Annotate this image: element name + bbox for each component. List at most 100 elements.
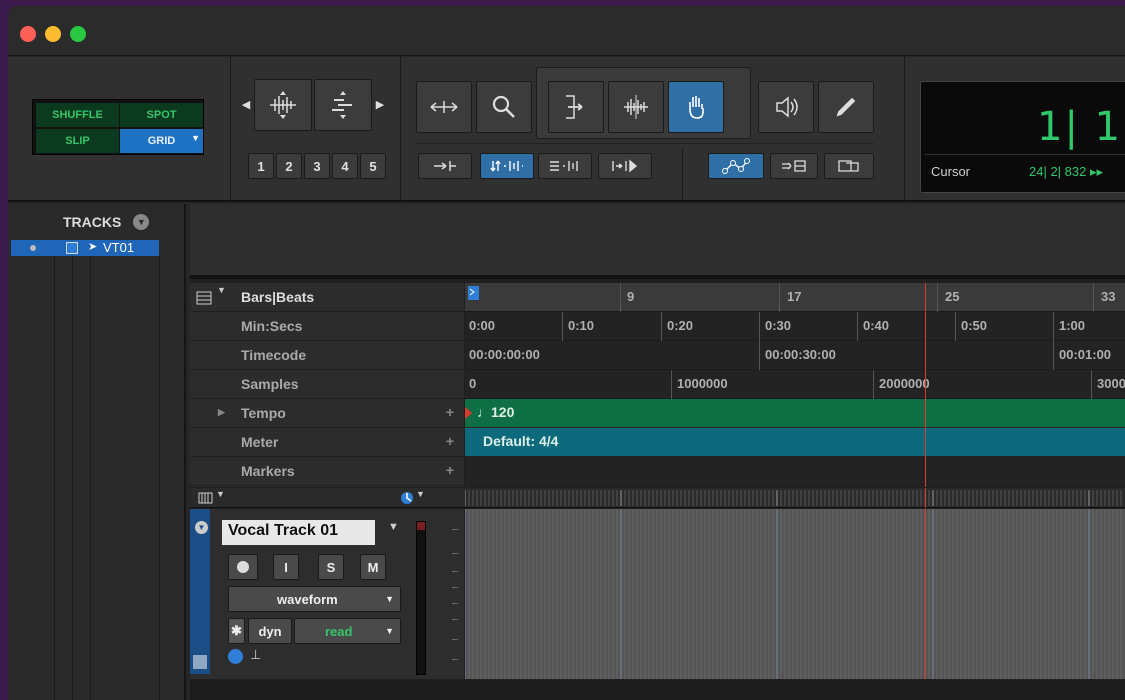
zoom-in-horizontal-icon[interactable]: ▶ <box>374 82 386 126</box>
ruler-name-tempo[interactable]: ▶ Tempo + <box>190 399 464 428</box>
timecode-label: 00:00:30:00 <box>765 347 836 362</box>
mirrored-midi-editing-button[interactable] <box>480 153 534 179</box>
track-show-dot-icon[interactable] <box>30 245 36 251</box>
bar-label: 9 <box>627 289 635 304</box>
tracks-menu-icon[interactable]: ▼ <box>133 214 150 230</box>
timecode-label: 00:00:00:00 <box>469 347 540 362</box>
clip-indicator[interactable] <box>417 522 425 530</box>
min-secs-ruler[interactable]: 0:00 0:10 0:20 0:30 0:40 0:50 1:00 <box>465 312 1125 341</box>
edit-mode-selector: SHUFFLE SPOT SLIP GRID ▼ <box>32 99 204 155</box>
slip-mode-button[interactable]: SLIP <box>36 129 119 153</box>
close-window-button[interactable] <box>20 26 36 42</box>
playlist-pin-icon[interactable]: ⊥ <box>250 647 261 663</box>
solo-button[interactable]: S <box>318 554 344 580</box>
zoom-window-button[interactable] <box>70 26 86 42</box>
track-select-checkbox[interactable] <box>66 242 78 254</box>
add-tempo-icon[interactable]: + <box>446 404 454 420</box>
tab-to-transients-button[interactable] <box>418 153 472 179</box>
zoomer-tool-button[interactable] <box>416 81 472 133</box>
automation-follows-edit-button[interactable] <box>708 153 764 179</box>
tempo-ruler-bar[interactable]: ♩120 <box>465 399 1125 427</box>
track-list-name: VT01 <box>103 240 135 255</box>
zoom-preset-3[interactable]: 3 <box>304 153 330 179</box>
samples-ruler[interactable]: 0 1000000 2000000 30000 <box>465 370 1125 399</box>
scrubber-tool-button[interactable] <box>758 81 814 133</box>
selector-tool-button[interactable] <box>608 81 664 133</box>
ruler-name-markers[interactable]: Markers + <box>190 457 464 486</box>
main-counter-value[interactable]: 1| 1| 0 <box>1037 104 1125 150</box>
scale-tick <box>452 587 458 588</box>
audio-zoom-button[interactable] <box>254 79 312 131</box>
track-name[interactable]: Vocal Track 01 <box>222 520 375 545</box>
link-timeline-selection-button[interactable] <box>770 153 818 179</box>
speaker-icon <box>776 96 798 118</box>
ruler-tick <box>661 312 662 341</box>
spot-mode-button[interactable]: SPOT <box>120 103 203 127</box>
timeline-link-icon <box>782 160 806 172</box>
link-track-edit-button[interactable] <box>538 153 592 179</box>
scale-tick <box>452 603 458 604</box>
timebase-icon[interactable] <box>228 649 243 664</box>
track-columns-menu-icon[interactable]: ▼ <box>216 489 225 499</box>
grid-mode-label: GRID <box>147 135 176 147</box>
keyboard-focus-button[interactable] <box>824 153 874 179</box>
midi-zoom-button[interactable] <box>314 79 372 131</box>
minimize-window-button[interactable] <box>45 26 61 42</box>
trim-icon <box>566 95 583 119</box>
insertion-follows-playback-button[interactable] <box>598 153 652 179</box>
track-playlist-lane[interactable] <box>465 509 1125 679</box>
zoom-preset-2[interactable]: 2 <box>276 153 302 179</box>
add-marker-icon[interactable]: + <box>446 462 454 478</box>
automation-type-button[interactable]: dyn <box>248 618 292 644</box>
tempo-marker-icon[interactable] <box>465 407 472 419</box>
list-column-divider <box>90 256 91 700</box>
shuffle-mode-button[interactable]: SHUFFLE <box>36 103 119 127</box>
zoom-preset-5[interactable]: 5 <box>360 153 386 179</box>
cursor-label: Cursor <box>931 164 971 179</box>
track-view-value: waveform <box>277 591 338 607</box>
scale-tick <box>452 553 458 554</box>
input-monitor-button[interactable]: I <box>273 554 299 580</box>
mute-button[interactable]: M <box>360 554 386 580</box>
automation-mode-selector[interactable]: read ▼ <box>294 618 401 644</box>
expand-tempo-icon[interactable]: ▶ <box>218 407 225 418</box>
track-columns-icon <box>198 492 213 504</box>
grid-mode-button[interactable]: GRID ▼ <box>120 129 203 153</box>
ruler-name-min-secs[interactable]: Min:Secs <box>190 312 464 341</box>
nudge-icon: ▸▸ <box>1089 164 1104 179</box>
track-view-selector[interactable]: waveform ▼ <box>228 586 401 612</box>
record-enable-button[interactable] <box>228 554 258 580</box>
track-menu-arrow-icon[interactable]: ▼ <box>388 521 399 533</box>
grabber-tool-button[interactable] <box>668 81 724 133</box>
automation-asterisk-icon[interactable]: ✱ <box>228 618 245 644</box>
track-options-icon[interactable]: ▼ <box>195 521 208 534</box>
add-meter-icon[interactable]: + <box>446 433 454 449</box>
pencil-tool-button[interactable] <box>818 81 874 133</box>
ruler-name-samples[interactable]: Samples <box>190 370 464 399</box>
track-list-item[interactable]: ➤ VT01 <box>11 240 159 256</box>
scale-tick <box>452 639 458 640</box>
minsecs-label: 0:10 <box>568 318 595 333</box>
minsecs-label: 0:30 <box>765 318 792 333</box>
timecode-ruler[interactable]: 00:00:00:00 00:00:30:00 00:01:00 <box>465 341 1125 370</box>
record-icon <box>237 561 249 573</box>
zoom-preset-1[interactable]: 1 <box>248 153 274 179</box>
ruler-name-bars-beats[interactable]: ▼ Bars|Beats <box>190 283 464 312</box>
link-timeline-icon <box>490 160 523 172</box>
tracks-title: TRACKS <box>63 214 122 230</box>
bars-beats-ruler[interactable]: 9 17 25 33 <box>465 283 1125 312</box>
track-link-icon[interactable] <box>193 655 207 669</box>
meter-ruler-bar[interactable]: Default: 4/4 <box>465 428 1125 456</box>
ruler-name-meter[interactable]: Meter + <box>190 428 464 457</box>
toolbar-separator <box>682 149 683 199</box>
universe-view <box>190 204 1125 279</box>
clip-view-menu-icon[interactable]: ▼ <box>416 489 425 499</box>
zoom-preset-4[interactable]: 4 <box>332 153 358 179</box>
timeline-rulers[interactable]: 9 17 25 33 0:00 0:10 0:20 0:30 0:40 0:50… <box>465 283 1125 487</box>
zoom-out-horizontal-icon[interactable]: ◀ <box>240 82 252 126</box>
magnifier-tool-button[interactable] <box>476 81 532 133</box>
ruler-tick <box>1053 341 1054 370</box>
ruler-name-timecode[interactable]: Timecode <box>190 341 464 370</box>
tracks-list-header[interactable]: TRACKS ▼ <box>8 204 184 240</box>
trim-tool-button[interactable] <box>548 81 604 133</box>
